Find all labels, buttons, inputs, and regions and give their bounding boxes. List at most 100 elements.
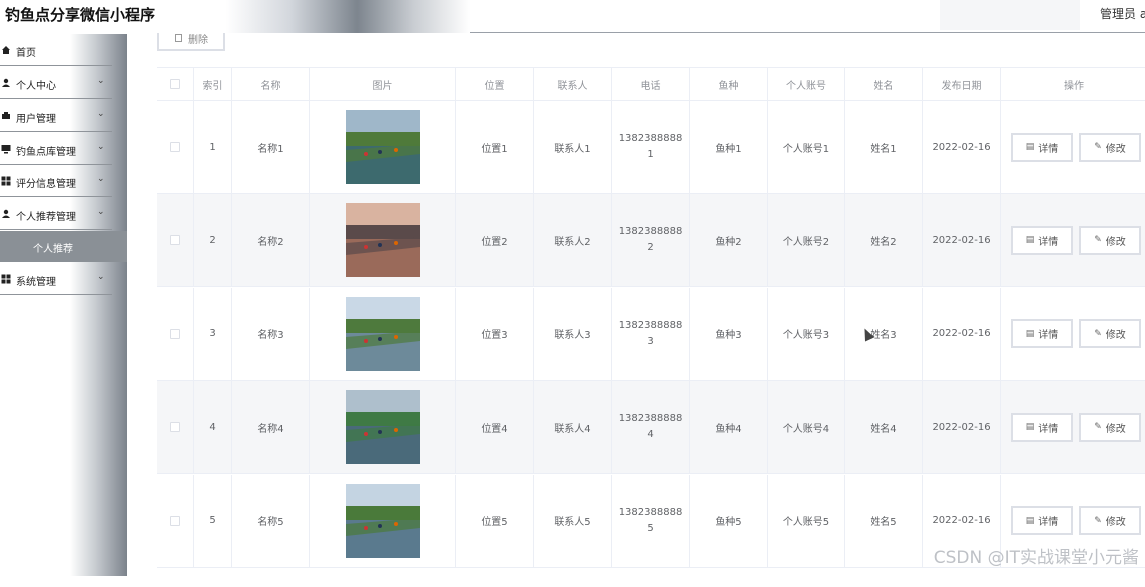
row-checkbox[interactable] [170,328,180,339]
phone-value: 13823888885 [618,506,683,534]
column-header: 个人账号 [767,68,844,100]
person-name-cell: 姓名3 [844,287,922,380]
pencil-icon: ✎ [1094,328,1102,339]
column-header: 图片 [309,68,455,100]
phone-cell: 13823888885 [611,474,689,567]
sidebar-subitem-personal-recommend[interactable]: 个人推荐 [0,231,127,262]
sidebar-item-label: 个人推荐管理 [16,212,76,223]
sidebar-item-label: 评分信息管理 [16,179,76,190]
column-header: 联系人 [533,68,611,100]
sidebar-item[interactable]: 个人中心 ⌄ [0,67,112,99]
sidebar-item[interactable]: 评分信息管理 ⌄ [0,165,112,197]
edit-button-label: 修改 [1105,236,1126,248]
index-cell: 3 [193,287,231,380]
phone-cell: 13823888883 [611,287,689,380]
row-checkbox[interactable] [170,235,180,246]
table-row: 1 名称1 位置1 联系人1 13823888881 鱼种1 个人账号1 姓名1 2022-02… [157,101,1145,194]
chevron-down-icon: ⌄ [97,272,105,282]
name-cell: 名称5 [231,474,309,567]
phone-cell: 13823888884 [611,381,689,474]
data-table: 索引 名称 图片 位置 联系人 电话 鱼种 个人账号 姓名 发布日期 操作 1 名称1 位置1 联系人1 1… [157,67,1145,587]
sidebar-subitem-label: 个人推荐 [33,244,73,255]
user-icon [1,78,11,88]
column-header: 鱼种 [689,68,767,100]
fishing-spot-photo [345,296,420,371]
table-header: 索引 名称 图片 位置 联系人 电话 鱼种 个人账号 姓名 发布日期 操作 [157,67,1145,101]
actions-cell: ▤ 详情 ✎ 修改 [1000,381,1145,474]
index-cell: 2 [193,194,231,287]
edit-button-label: 修改 [1105,423,1126,435]
account-cell: 个人账号2 [767,194,844,287]
document-icon: ▤ [1025,515,1035,526]
row-checkbox[interactable] [170,515,180,526]
edit-button[interactable]: ✎ 修改 [1079,132,1141,162]
user-icon [1,209,11,219]
detail-button[interactable]: ▤ 详情 [1011,225,1073,255]
image-cell [309,474,455,567]
row-checkbox-cell[interactable] [157,381,193,473]
actions-cell: ▤ 详情 ✎ 修改 [1000,101,1145,193]
account-cell: 个人账号3 [767,287,844,380]
contact-cell: 联系人1 [533,101,611,193]
date-cell: 2022-02-16 [922,194,1000,287]
users-icon [1,111,11,121]
edit-button[interactable]: ✎ 修改 [1079,225,1141,255]
sidebar-item-label: 钓鱼点库管理 [16,147,76,158]
header-checkbox-cell[interactable] [157,68,193,100]
actions-cell: ▤ 详情 ✎ 修改 [1000,194,1145,287]
sidebar-item[interactable]: 个人推荐管理 ⌄ [0,198,112,230]
row-checkbox-cell[interactable] [157,475,193,567]
detail-button[interactable]: ▤ 详情 [1011,506,1073,536]
image-cell [309,381,455,474]
detail-button[interactable]: ▤ 详情 [1011,412,1073,442]
edit-button[interactable]: ✎ 修改 [1079,412,1141,442]
fish-cell: 鱼种2 [689,194,767,287]
detail-button-label: 详情 [1038,423,1059,435]
person-name-cell: 姓名2 [844,194,922,287]
detail-button-label: 详情 [1038,330,1059,342]
detail-button[interactable]: ▤ 详情 [1011,132,1073,162]
pencil-icon: ✎ [1094,515,1102,526]
detail-button[interactable]: ▤ 详情 [1011,319,1073,349]
edit-button[interactable]: ✎ 修改 [1079,506,1141,536]
delete-button[interactable]: 删除 [157,33,225,51]
account-cell: 个人账号4 [767,381,844,474]
table-row: 3 名称3 位置3 联系人3 13823888883 鱼种3 个人账号3 姓名3 2022-02… [157,287,1145,381]
sidebar-item-label: 个人中心 [16,81,56,92]
edit-button[interactable]: ✎ 修改 [1079,319,1141,349]
delete-button-label: 删除 [188,35,208,46]
sidebar-item[interactable]: 首页 [0,34,112,66]
edit-button-label: 修改 [1105,330,1126,342]
sidebar-item-system[interactable]: 系统管理 ⌄ [0,263,112,295]
top-bar: 钓鱼点分享微信小程序 管理员 a [0,0,1145,33]
person-name-cell: 姓名1 [844,101,922,193]
actions-cell: ▤ 详情 ✎ 修改 [1000,287,1145,380]
index-cell: 5 [193,474,231,567]
column-header: 索引 [193,68,231,100]
row-checkbox-cell[interactable] [157,288,193,380]
phone-cell: 13823888881 [611,101,689,193]
top-bar-faint-area [940,0,1080,30]
name-cell: 名称1 [231,101,309,193]
edit-button-label: 修改 [1105,143,1126,155]
app-title: 钓鱼点分享微信小程序 [5,6,156,24]
column-header: 位置 [455,68,533,100]
brand-area: 钓鱼点分享微信小程序 [0,0,470,33]
account-cell: 个人账号1 [767,101,844,193]
row-checkbox[interactable] [170,422,180,433]
sidebar-item[interactable]: 用户管理 ⌄ [0,100,112,132]
row-checkbox[interactable] [170,142,180,152]
pencil-icon: ✎ [1094,422,1102,433]
sidebar-item[interactable]: 钓鱼点库管理 ⌄ [0,133,112,165]
row-checkbox-cell[interactable] [157,194,193,286]
select-all-checkbox[interactable] [170,79,180,89]
admin-label[interactable]: 管理员 a [1100,5,1145,22]
contact-cell: 联系人2 [533,194,611,287]
row-checkbox-cell[interactable] [157,101,193,193]
document-icon: ▤ [1025,422,1035,433]
phone-cell: 13823888882 [611,194,689,287]
index-cell: 1 [193,101,231,193]
grid-icon [1,274,11,284]
phone-value: 13823888884 [618,413,683,441]
sidebar: 首页 个人中心 ⌄ 用户管理 ⌄ 钓鱼点库管理 ⌄ 评分信息管理 ⌄ 个人推荐管理 ⌄ 系统管理 ⌄ 个… [0,34,127,576]
